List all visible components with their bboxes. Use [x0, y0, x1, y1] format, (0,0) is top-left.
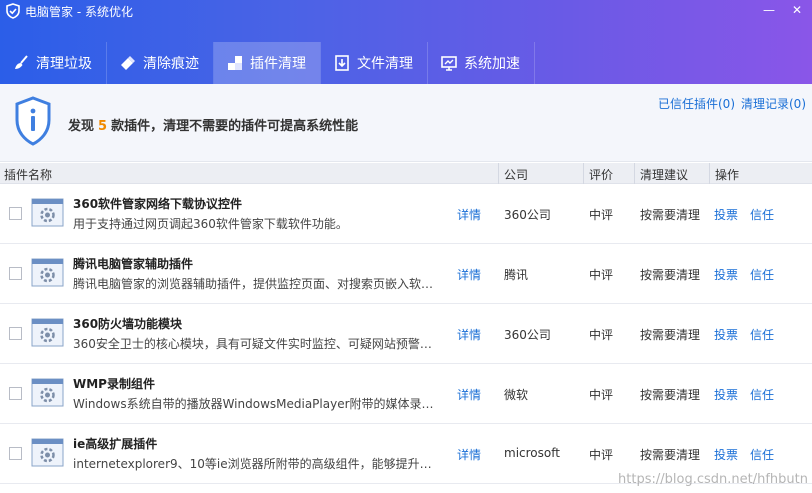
vote-link[interactable]: 投票	[714, 206, 738, 223]
plugin-company: 360公司	[504, 328, 551, 342]
clean-advice: 按需要清理	[640, 388, 701, 402]
column-divider	[583, 163, 584, 184]
tab-divider	[534, 42, 535, 84]
plugin-rating: 中评	[589, 388, 614, 402]
column-header-advice: 清理建议	[640, 168, 689, 182]
plugin-description: 腾讯电脑管家的浏览器辅助插件，提供监控页面、对搜索页嵌入软件...	[73, 277, 443, 291]
plugin-name: 360软件管家网络下载协议控件	[73, 197, 243, 211]
trust-link[interactable]: 信任	[750, 446, 774, 463]
plugin-rating: 中评	[589, 328, 614, 342]
plugin-description: 360安全卫士的核心模块，具有可疑文件实时监控、可疑网站预警等...	[73, 337, 443, 351]
tab-clean-junk[interactable]: 清理垃圾	[0, 42, 106, 84]
summary-bar: 发现 5 款插件，清理不需要的插件可提高系统性能 已信任插件(0) 清理记录(0)	[0, 84, 812, 162]
clean-advice: 按需要清理	[640, 268, 701, 282]
eraser-icon	[121, 56, 135, 70]
details-link[interactable]: 详情	[457, 446, 481, 463]
plugin-gear-icon	[31, 378, 64, 407]
puzzle-icon	[228, 56, 242, 70]
plugin-gear-icon	[31, 258, 64, 287]
table-row: 腾讯电脑管家辅助插件 腾讯电脑管家的浏览器辅助插件，提供监控页面、对搜索页嵌入软…	[0, 244, 812, 304]
window-controls: — ✕	[762, 2, 804, 18]
column-header-name: 插件名称	[4, 168, 53, 182]
row-checkbox[interactable]	[9, 207, 22, 220]
summary-text: 发现 5 款插件，清理不需要的插件可提高系统性能	[68, 115, 358, 134]
tab-bar: 清理垃圾 清除痕迹 插件清理 文件清理 系统加速	[0, 42, 535, 84]
plugin-company: 腾讯	[504, 268, 529, 282]
plugin-gear-icon	[31, 438, 64, 467]
plugin-name: WMP录制组件	[73, 377, 155, 391]
shield-info-icon	[15, 96, 51, 146]
plugin-rating: 中评	[589, 448, 614, 462]
plugin-rating: 中评	[589, 268, 614, 282]
tab-plugin-clean[interactable]: 插件清理	[214, 42, 320, 84]
plugin-company: 360公司	[504, 208, 551, 222]
tab-label: 清除痕迹	[143, 56, 199, 72]
vote-link[interactable]: 投票	[714, 266, 738, 283]
column-header-company: 公司	[504, 168, 529, 182]
plugin-name: 360防火墙功能模块	[73, 317, 183, 331]
tab-label: 插件清理	[250, 56, 306, 72]
tab-clear-traces[interactable]: 清除痕迹	[107, 42, 213, 84]
vote-link[interactable]: 投票	[714, 386, 738, 403]
summary-prefix: 发现	[68, 119, 95, 134]
row-checkbox[interactable]	[9, 267, 22, 280]
row-checkbox[interactable]	[9, 447, 22, 460]
details-link[interactable]: 详情	[457, 326, 481, 343]
table-row: WMP录制组件 Windows系统自带的播放器WindowsMediaPlaye…	[0, 364, 812, 424]
plugin-description: internetexplorer9、10等ie浏览器所附带的高级组件，能够提升浏…	[73, 457, 443, 471]
clean-advice: 按需要清理	[640, 448, 701, 462]
plugin-company: 微软	[504, 388, 529, 402]
plugin-count: 5	[98, 119, 108, 134]
broom-icon	[15, 55, 28, 69]
table-header: 插件名称 公司 评价 清理建议 操作	[0, 163, 812, 184]
plugin-gear-icon	[31, 198, 64, 227]
tab-label: 系统加速	[464, 56, 520, 72]
watermark-text: https://blog.csdn.net/hfhbutn	[618, 472, 808, 487]
title-row: 电脑管家 - 系统优化	[0, 0, 812, 22]
summary-suffix: 款插件，清理不需要的插件可提高系统性能	[111, 119, 359, 134]
table-row: 360软件管家网络下载协议控件 用于支持通过网页调起360软件管家下载软件功能。…	[0, 184, 812, 244]
column-header-rating: 评价	[589, 168, 614, 182]
close-button[interactable]: ✕	[790, 2, 804, 18]
trust-link[interactable]: 信任	[750, 206, 774, 223]
trusted-plugins-link[interactable]: 已信任插件(0)	[658, 95, 735, 112]
column-divider	[634, 163, 635, 184]
trust-link[interactable]: 信任	[750, 386, 774, 403]
tab-system-speedup[interactable]: 系统加速	[428, 42, 534, 84]
summary-links: 已信任插件(0) 清理记录(0)	[658, 95, 806, 112]
plugin-description: Windows系统自带的播放器WindowsMediaPlayer附带的媒体录制…	[73, 397, 443, 411]
trust-link[interactable]: 信任	[750, 266, 774, 283]
minimize-button[interactable]: —	[762, 2, 776, 18]
details-link[interactable]: 详情	[457, 206, 481, 223]
plugin-description: 用于支持通过网页调起360软件管家下载软件功能。	[73, 217, 348, 231]
row-checkbox[interactable]	[9, 387, 22, 400]
clean-advice: 按需要清理	[640, 208, 701, 222]
plugin-name: 腾讯电脑管家辅助插件	[73, 257, 194, 271]
plugin-gear-icon	[31, 318, 64, 347]
clean-advice: 按需要清理	[640, 328, 701, 342]
column-divider	[498, 163, 499, 184]
window-title: 电脑管家 - 系统优化	[25, 4, 133, 19]
tab-file-clean[interactable]: 文件清理	[321, 42, 427, 84]
title-bar: 电脑管家 - 系统优化 — ✕ 清理垃圾 清除痕迹 插件清理 文件清理 系统加速	[0, 0, 812, 84]
tab-label: 文件清理	[357, 56, 413, 72]
file-download-icon	[335, 55, 349, 71]
clean-history-link[interactable]: 清理记录(0)	[741, 95, 806, 112]
vote-link[interactable]: 投票	[714, 446, 738, 463]
plugin-company: microsoft	[504, 446, 560, 460]
table-row: 360防火墙功能模块 360安全卫士的核心模块，具有可疑文件实时监控、可疑网站预…	[0, 304, 812, 364]
details-link[interactable]: 详情	[457, 266, 481, 283]
app-logo-icon	[6, 3, 20, 19]
plugin-name: ie高级扩展插件	[73, 437, 158, 451]
vote-link[interactable]: 投票	[714, 326, 738, 343]
row-checkbox[interactable]	[9, 327, 22, 340]
tab-label: 清理垃圾	[36, 56, 92, 72]
details-link[interactable]: 详情	[457, 386, 481, 403]
column-divider	[709, 163, 710, 184]
plugin-list: 360软件管家网络下载协议控件 用于支持通过网页调起360软件管家下载软件功能。…	[0, 184, 812, 484]
plugin-rating: 中评	[589, 208, 614, 222]
trust-link[interactable]: 信任	[750, 326, 774, 343]
monitor-speed-icon	[441, 56, 457, 71]
column-header-action: 操作	[715, 168, 740, 182]
